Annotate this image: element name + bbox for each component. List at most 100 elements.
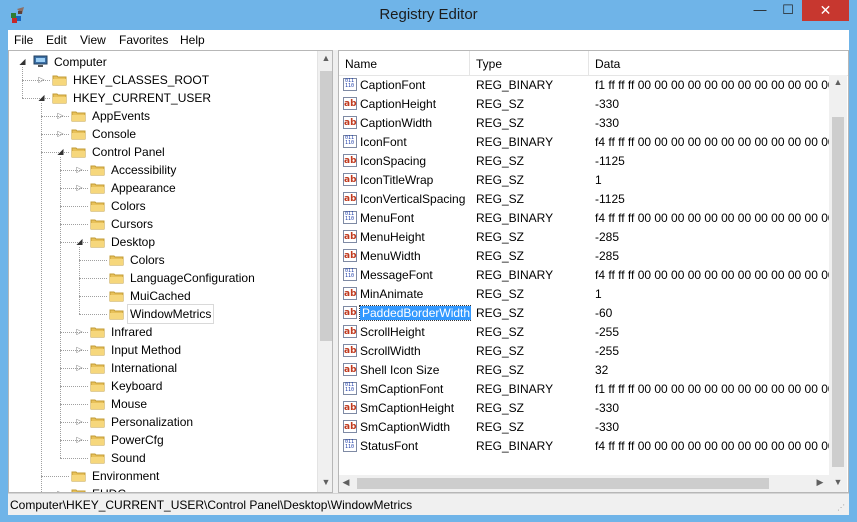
menu-view[interactable]: View [80,33,106,47]
value-data: 1 [595,173,602,187]
tree-node[interactable]: ▷ Infrared [9,323,314,341]
tree-node[interactable]: ▷ Input Method [9,341,314,359]
tree-node[interactable]: ◢ Desktop [9,233,314,251]
value-type: REG_SZ [476,249,525,263]
value-row[interactable]: CaptionHeight REG_SZ -330 [339,95,829,114]
list-vertical-scrollbar[interactable]: ▲ ▼ [829,75,847,492]
tree-node[interactable]: ◢ HKEY_CURRENT_USER [9,89,314,107]
column-header-name[interactable]: Name [339,51,470,75]
value-row[interactable]: PaddedBorderWidth REG_SZ -60 [339,304,829,323]
expand-arrow-icon[interactable]: ▷ [56,125,65,143]
expand-arrow-icon[interactable]: ▷ [56,107,65,125]
tree-vertical-scrollbar[interactable]: ▲ ▼ [317,51,332,492]
key-tree[interactable]: ◢ Computer ▷ HKEY_CLASSES_ROOT ◢ HKEY_CURRENT… [8,50,333,493]
value-row[interactable]: CaptionFont REG_BINARY f1 ff ff ff 00 00 0… [339,76,829,95]
value-row[interactable]: MenuHeight REG_SZ -285 [339,228,829,247]
tree-node-label: Computer [54,55,107,69]
menu-file[interactable]: File [14,33,33,47]
collapse-arrow-icon[interactable]: ◢ [56,143,65,161]
expand-arrow-icon[interactable]: ▷ [37,71,46,89]
value-row[interactable]: ScrollHeight REG_SZ -255 [339,323,829,342]
tree-node[interactable]: Mouse [9,395,314,413]
value-row[interactable]: MinAnimate REG_SZ 1 [339,285,829,304]
value-row[interactable]: SmCaptionFont REG_BINARY f1 ff ff ff 00 00… [339,380,829,399]
scroll-right-arrow-icon[interactable]: ▶ [813,477,827,488]
maximize-button[interactable]: ☐ [774,0,802,21]
minimize-button[interactable]: — [746,0,774,21]
value-name-cell: PaddedBorderWidth [343,304,471,323]
tree-node[interactable]: LanguageConfiguration [9,269,314,287]
value-row[interactable]: MenuFont REG_BINARY f4 ff ff ff 00 00 00 0… [339,209,829,228]
resize-grip-icon[interactable]: ⋰ [837,503,847,513]
tree-node[interactable]: WindowMetrics [9,304,314,324]
tree-node[interactable]: ◢ Computer [9,53,314,71]
tree-node[interactable]: ▷ International [9,359,314,377]
collapse-arrow-icon[interactable]: ◢ [37,89,46,107]
menu-favorites[interactable]: Favorites [119,33,168,47]
close-button[interactable]: ✕ [802,0,849,21]
tree-node[interactable]: Sound [9,449,314,467]
tree-node[interactable]: Cursors [9,215,314,233]
tree-node[interactable]: ▷ Appearance [9,179,314,197]
value-name-cell: MessageFont [343,266,471,285]
value-row[interactable]: SmCaptionHeight REG_SZ -330 [339,399,829,418]
tree-node[interactable]: ▷ Personalization [9,413,314,431]
scroll-down-arrow-icon[interactable]: ▼ [830,477,846,487]
expand-arrow-icon[interactable]: ▷ [75,341,84,359]
tree-scroll-thumb[interactable] [320,71,332,341]
tree-node-label: Colors [111,199,146,213]
value-row[interactable]: IconVerticalSpacing REG_SZ -1125 [339,190,829,209]
value-name: ScrollHeight [360,325,425,339]
tree-node[interactable]: Keyboard [9,377,314,395]
value-name: CaptionWidth [360,116,433,130]
tree-node[interactable]: Colors [9,197,314,215]
tree-node-label: Mouse [111,397,148,411]
tree-node[interactable]: ▷ Console [9,125,314,143]
tree-node[interactable]: Environment [9,467,314,485]
value-row[interactable]: MessageFont REG_BINARY f4 ff ff ff 00 00 0… [339,266,829,285]
tree-node-label: LanguageConfiguration [130,271,255,285]
scroll-up-arrow-icon[interactable]: ▲ [830,77,846,87]
tree-node[interactable]: Colors [9,251,314,269]
value-row[interactable]: MenuWidth REG_SZ -285 [339,247,829,266]
tree-node[interactable]: ◢ Control Panel [9,143,314,161]
value-row[interactable]: IconTitleWrap REG_SZ 1 [339,171,829,190]
folder-icon [52,93,67,104]
expand-arrow-icon[interactable]: ▷ [75,323,84,341]
list-horizontal-scrollbar[interactable]: ◀ ▶ [339,475,829,492]
expand-arrow-icon[interactable]: ▷ [75,161,84,179]
status-bar: Computer\HKEY_CURRENT_USER\Control Panel… [8,493,849,515]
tree-node[interactable]: ▷ AppEvents [9,107,314,125]
value-list[interactable]: Name Type Data CaptionFont REG_BINARY f1 f… [338,50,849,493]
column-header-data[interactable]: Data [589,51,848,75]
value-row[interactable]: IconSpacing REG_SZ -1125 [339,152,829,171]
value-row[interactable]: Shell Icon Size REG_SZ 32 [339,361,829,380]
tree-node[interactable]: ▷ EUDC [9,485,314,492]
scroll-up-arrow-icon[interactable]: ▲ [318,53,332,63]
value-row[interactable]: CaptionWidth REG_SZ -330 [339,114,829,133]
expand-arrow-icon[interactable]: ▷ [56,485,65,492]
value-row[interactable]: SmCaptionWidth REG_SZ -330 [339,418,829,437]
tree-node[interactable]: ▷ Accessibility [9,161,314,179]
expand-arrow-icon[interactable]: ▷ [75,413,84,431]
tree-node[interactable]: ▷ PowerCfg [9,431,314,449]
collapse-arrow-icon[interactable]: ◢ [75,233,84,251]
expand-arrow-icon[interactable]: ▷ [75,431,84,449]
scroll-down-arrow-icon[interactable]: ▼ [318,477,332,487]
value-row[interactable]: IconFont REG_BINARY f4 ff ff ff 00 00 00 0… [339,133,829,152]
list-scroll-thumb[interactable] [832,117,844,467]
menu-edit[interactable]: Edit [46,33,67,47]
tree-node[interactable]: MuiCached [9,287,314,305]
collapse-arrow-icon[interactable]: ◢ [18,53,27,71]
value-row[interactable]: StatusFont REG_BINARY f4 ff ff ff 00 00 00… [339,437,829,456]
expand-arrow-icon[interactable]: ▷ [75,359,84,377]
list-hscroll-thumb[interactable] [357,478,769,489]
title-bar[interactable]: Registry Editor — ☐ ✕ [0,0,857,30]
expand-arrow-icon[interactable]: ▷ [75,179,84,197]
column-header-type[interactable]: Type [470,51,589,75]
scroll-left-arrow-icon[interactable]: ◀ [339,477,353,488]
tree-node[interactable]: ▷ HKEY_CLASSES_ROOT [9,71,314,89]
value-row[interactable]: ScrollWidth REG_SZ -255 [339,342,829,361]
value-name-cell: CaptionHeight [343,95,471,114]
menu-help[interactable]: Help [180,33,205,47]
